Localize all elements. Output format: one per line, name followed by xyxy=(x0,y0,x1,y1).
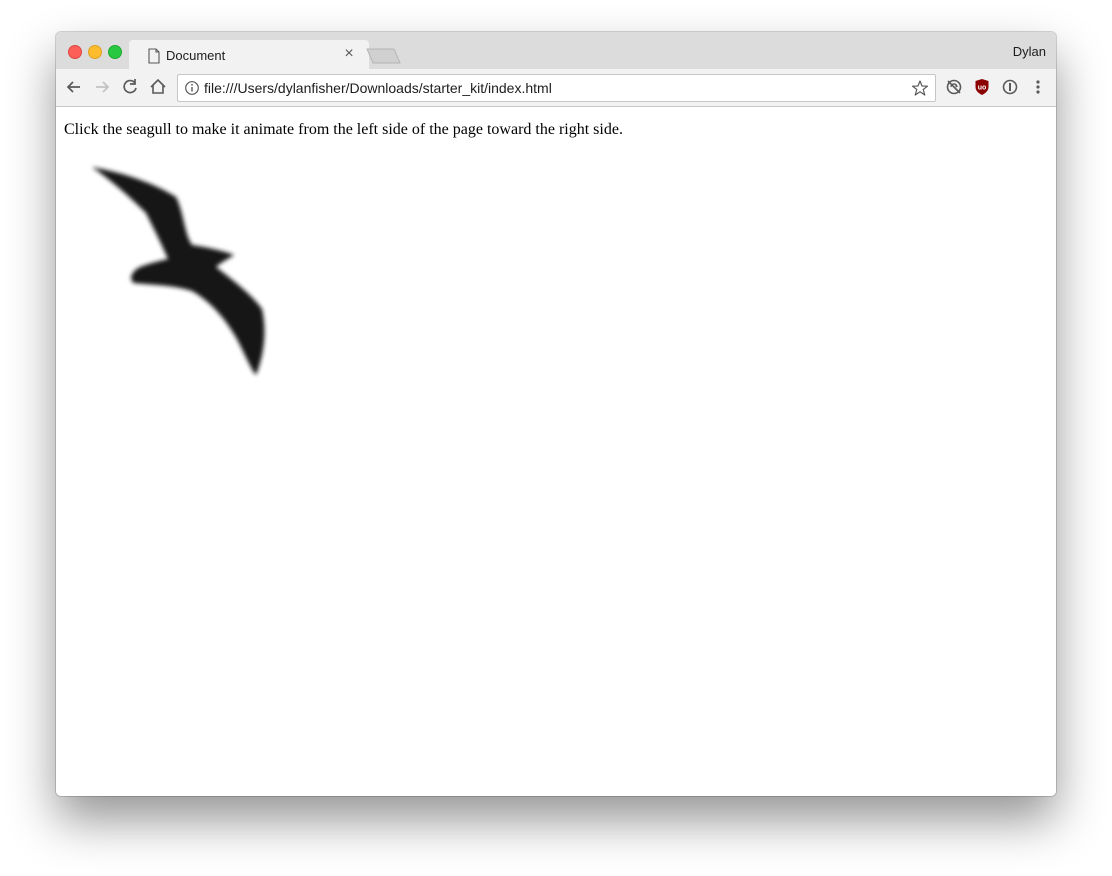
profile-name[interactable]: Dylan xyxy=(1013,44,1046,59)
window-minimize-button[interactable] xyxy=(88,45,102,59)
address-url[interactable]: file:///Users/dylanfisher/Downloads/star… xyxy=(204,80,552,96)
address-bar[interactable]: file:///Users/dylanfisher/Downloads/star… xyxy=(177,74,936,102)
toolbar: file:///Users/dylanfisher/Downloads/star… xyxy=(56,69,1056,107)
home-icon[interactable] xyxy=(148,77,168,97)
browser-window: Document × Dylan file:///Users/dylanfish… xyxy=(56,32,1056,796)
svg-text:uo: uo xyxy=(978,85,987,92)
password-manager-icon[interactable] xyxy=(1000,77,1020,97)
new-tab-button[interactable] xyxy=(366,48,402,64)
page-viewport: Click the seagull to make it animate fro… xyxy=(56,107,1056,796)
tab-document[interactable]: Document × xyxy=(129,40,369,69)
reload-icon[interactable] xyxy=(120,77,140,97)
bookmark-star-icon[interactable] xyxy=(911,79,929,97)
forward-icon[interactable] xyxy=(92,77,112,97)
window-close-button[interactable] xyxy=(68,45,82,59)
instruction-text: Click the seagull to make it animate fro… xyxy=(64,121,623,138)
sync-extension-icon[interactable] xyxy=(944,77,964,97)
menu-kebab-icon[interactable] xyxy=(1028,77,1048,97)
info-icon[interactable] xyxy=(184,80,200,96)
document-icon xyxy=(148,48,160,64)
back-icon[interactable] xyxy=(64,77,84,97)
title-bar: Document × Dylan xyxy=(56,32,1056,69)
ublock-shield-icon[interactable]: uo xyxy=(972,77,992,97)
tab-close-icon[interactable]: × xyxy=(341,46,357,62)
tab-title: Document xyxy=(166,48,226,63)
window-maximize-button[interactable] xyxy=(108,45,122,59)
seagull-image[interactable] xyxy=(84,163,274,383)
